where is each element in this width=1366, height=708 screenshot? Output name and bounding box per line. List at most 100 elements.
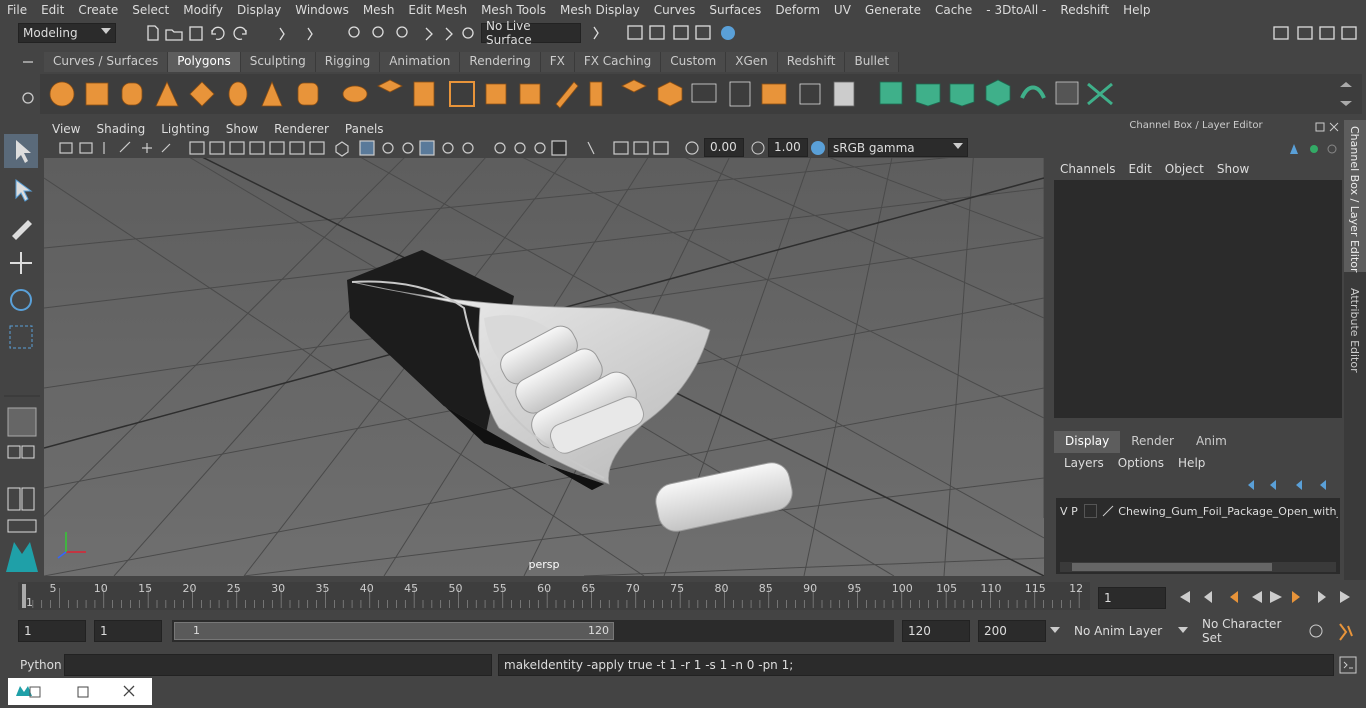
move-tool-icon[interactable]: [10, 252, 32, 274]
end-time-field[interactable]: 120: [902, 620, 970, 642]
current-time-marker[interactable]: [22, 584, 26, 608]
layer-menu-layers[interactable]: Layers: [1064, 456, 1118, 472]
paint-select-tool-icon[interactable]: [12, 220, 32, 240]
single-perspective-layout-icon[interactable]: [7, 407, 37, 437]
menu-select[interactable]: Select: [125, 3, 176, 17]
layer-scrollbar[interactable]: [1060, 562, 1336, 572]
layer-action-icons[interactable]: [1240, 476, 1340, 494]
layer-tab-render[interactable]: Render: [1120, 431, 1185, 453]
shelf-side-icons[interactable]: [16, 52, 40, 118]
shelf-tab-rendering[interactable]: Rendering: [460, 52, 541, 72]
menu-windows[interactable]: Windows: [288, 3, 356, 17]
menu-redshift[interactable]: Redshift: [1053, 3, 1116, 17]
close-icon[interactable]: [123, 685, 135, 697]
menu-modify[interactable]: Modify: [176, 3, 230, 17]
menu-3dtoall[interactable]: - 3DtoAll -: [979, 3, 1053, 17]
menu-edit-mesh[interactable]: Edit Mesh: [401, 3, 474, 17]
channel-box-mode-icons[interactable]: [1284, 138, 1344, 160]
viewport-menu-lighting[interactable]: Lighting: [153, 122, 218, 136]
channel-menu-show[interactable]: Show: [1217, 162, 1262, 178]
tab-attribute-editor[interactable]: Attribute Editor: [1344, 282, 1366, 382]
menu-uv[interactable]: UV: [827, 3, 858, 17]
menu-edit[interactable]: Edit: [34, 3, 71, 17]
layer-playback-toggle[interactable]: P: [1071, 505, 1084, 518]
statusline-icons[interactable]: [140, 22, 480, 44]
channel-list[interactable]: [1054, 180, 1342, 418]
range-slider[interactable]: 1 120: [172, 620, 894, 642]
start-time-field[interactable]: 1: [18, 620, 86, 642]
channel-menu-channels[interactable]: Channels: [1060, 162, 1129, 178]
panel-window-buttons[interactable]: [1312, 120, 1344, 134]
lasso-tool-icon[interactable]: [15, 179, 33, 202]
anim-layer-selector[interactable]: No Anim Layer: [1050, 620, 1170, 642]
persp-outliner-layout-icon[interactable]: [7, 487, 21, 511]
character-set-selector[interactable]: No Character Set: [1178, 617, 1298, 645]
menu-cache[interactable]: Cache: [928, 3, 979, 17]
menu-help[interactable]: Help: [1116, 3, 1157, 17]
script-language-toggle[interactable]: Python: [20, 658, 62, 672]
menu-mesh-tools[interactable]: Mesh Tools: [474, 3, 553, 17]
menu-generate[interactable]: Generate: [858, 3, 928, 17]
rotate-tool-icon[interactable]: [10, 289, 32, 311]
color-space-selector[interactable]: sRGB gamma: [828, 138, 968, 157]
exposure-field[interactable]: 0.00: [704, 138, 744, 157]
range-slider-handle[interactable]: 1 120: [174, 622, 614, 640]
mode-selector[interactable]: Modeling: [18, 23, 116, 43]
shelf-tab-custom[interactable]: Custom: [661, 52, 727, 72]
shelf-tab-fx-caching[interactable]: FX Caching: [574, 52, 662, 72]
scale-tool-icon[interactable]: [9, 325, 33, 349]
channel-menu-edit[interactable]: Edit: [1129, 162, 1165, 178]
shelf-tab-bullet[interactable]: Bullet: [845, 52, 900, 72]
layer-tab-display[interactable]: Display: [1054, 431, 1121, 453]
menu-deform[interactable]: Deform: [768, 3, 827, 17]
gamma-field[interactable]: 1.00: [768, 138, 808, 157]
range-bar-icons[interactable]: [1304, 620, 1364, 642]
tab-channel-box[interactable]: Channel Box / Layer Editor: [1344, 120, 1366, 273]
persp-graph-layout-icon[interactable]: [7, 519, 37, 533]
shelf-tab-polygons[interactable]: Polygons: [168, 52, 241, 72]
current-frame-field[interactable]: 1: [1098, 587, 1166, 609]
time-slider-ticks[interactable]: 15 10 15 20 25 30 35 40 45 50 55 60 65 70 75 80 85 90 95 10…: [18, 582, 1090, 610]
menu-curves[interactable]: Curves: [647, 3, 703, 17]
shelf-tab-fx[interactable]: FX: [540, 52, 575, 72]
layer-row[interactable]: V P Chewing_Gum_Foil_Package_Open_with_P…: [1060, 502, 1338, 520]
render-icons[interactable]: [590, 22, 750, 44]
anim-end-field[interactable]: 200: [978, 620, 1046, 642]
menu-display[interactable]: Display: [230, 3, 288, 17]
menu-file[interactable]: File: [0, 3, 34, 17]
viewport-menu-view[interactable]: View: [44, 122, 88, 136]
workspace-icons[interactable]: [1270, 22, 1366, 44]
channel-menu-object[interactable]: Object: [1165, 162, 1217, 178]
gamma-icon[interactable]: [748, 138, 768, 158]
shelf-tool-icons[interactable]: [40, 74, 1362, 114]
layer-menu-options[interactable]: Options: [1118, 456, 1178, 472]
maximize-icon[interactable]: [77, 686, 89, 698]
menu-surfaces[interactable]: Surfaces: [702, 3, 768, 17]
menu-mesh[interactable]: Mesh: [356, 3, 402, 17]
layer-color-swatch[interactable]: [1084, 504, 1098, 518]
playback-controls[interactable]: [1172, 586, 1362, 608]
layer-tab-anim[interactable]: Anim: [1185, 431, 1238, 453]
viewport-scene[interactable]: [44, 158, 1044, 576]
anim-start-field[interactable]: 1: [94, 620, 162, 642]
shelf-tab-redshift[interactable]: Redshift: [777, 52, 846, 72]
viewport-menu-renderer[interactable]: Renderer: [266, 122, 337, 136]
viewport-menu-panels[interactable]: Panels: [337, 122, 392, 136]
four-view-layout-icon[interactable]: [7, 445, 21, 459]
shelf-tab-sculpting[interactable]: Sculpting: [240, 52, 316, 72]
layer-visibility-toggle[interactable]: V: [1060, 505, 1071, 518]
viewport-menu-shading[interactable]: Shading: [88, 122, 153, 136]
viewport-menu-show[interactable]: Show: [218, 122, 266, 136]
live-surface-field[interactable]: No Live Surface: [481, 19, 581, 47]
layer-menu-help[interactable]: Help: [1178, 456, 1219, 472]
shelf-tab-rigging[interactable]: Rigging: [315, 52, 381, 72]
color-management-icon[interactable]: [808, 138, 828, 158]
script-editor-icon[interactable]: [1338, 655, 1360, 675]
menu-create[interactable]: Create: [71, 3, 125, 17]
time-slider[interactable]: 1 5 10 15 20 25 30 35 40 45 50 55 60 65 70 75 80 85 90 95 10…: [18, 582, 1090, 610]
shelf-tab-curves-surfaces[interactable]: Curves / Surfaces: [44, 52, 169, 72]
persp-viewport[interactable]: persp: [44, 158, 1044, 576]
layer-scrollbar-thumb[interactable]: [1072, 563, 1272, 571]
command-input[interactable]: [64, 654, 492, 676]
shelf-tab-xgen[interactable]: XGen: [726, 52, 778, 72]
